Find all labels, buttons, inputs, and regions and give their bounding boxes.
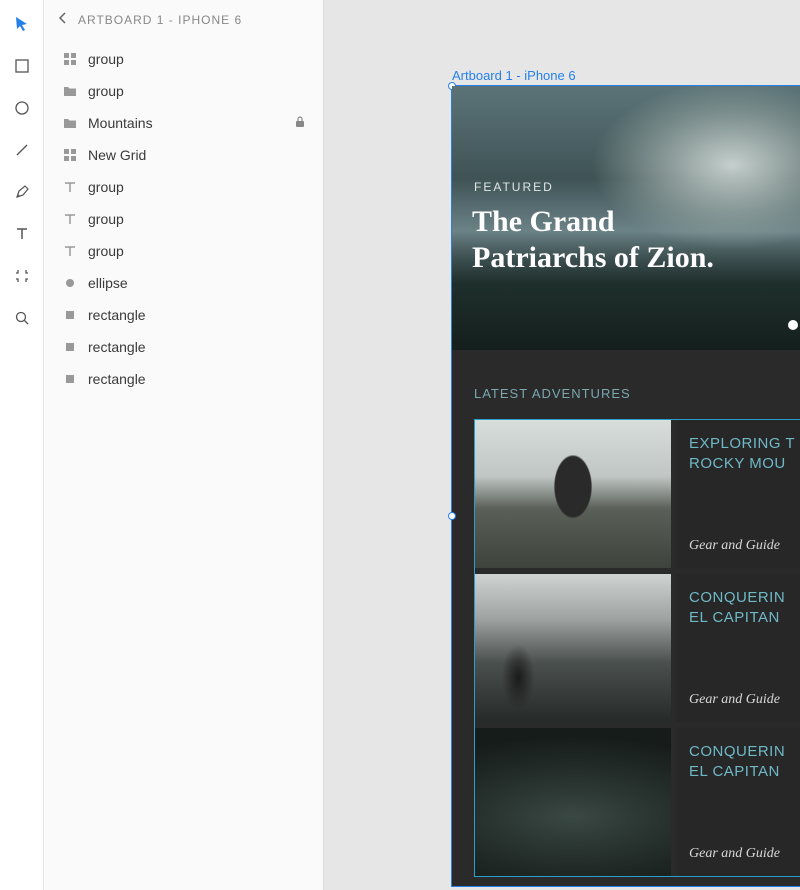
layer-row[interactable]: Mountains xyxy=(44,107,323,139)
layer-row[interactable]: group xyxy=(44,235,323,267)
card-body: EXPLORING T ROCKY MOU Gear and Guide xyxy=(677,420,800,568)
rect-icon xyxy=(62,339,78,355)
artboard-title[interactable]: Artboard 1 - iPhone 6 xyxy=(452,68,576,83)
ellipse-tool[interactable] xyxy=(10,96,34,120)
tools-toolbar xyxy=(0,0,44,890)
text-icon xyxy=(62,211,78,227)
card-body: CONQUERIN EL CAPITAN Gear and Guide xyxy=(677,728,800,876)
layer-label: ellipse xyxy=(88,275,305,291)
selection-handle[interactable] xyxy=(448,512,456,520)
text-tool[interactable] xyxy=(10,222,34,246)
section-title: LATEST ADVENTURES xyxy=(452,350,800,419)
text-icon xyxy=(62,243,78,259)
text-icon xyxy=(62,179,78,195)
lock-icon xyxy=(295,116,305,131)
layer-label: group xyxy=(88,179,305,195)
layer-label: New Grid xyxy=(88,147,305,163)
layer-row[interactable]: group xyxy=(44,43,323,75)
rect-icon xyxy=(62,307,78,323)
layer-label: group xyxy=(88,83,305,99)
repeat-grid-selection[interactable]: EXPLORING T ROCKY MOU Gear and Guide CON… xyxy=(474,419,800,877)
layer-label: group xyxy=(88,243,305,259)
pager-dot[interactable] xyxy=(788,320,798,330)
card-title: CONQUERIN EL CAPITAN xyxy=(689,742,800,782)
breadcrumb-label: ARTBOARD 1 - IPHONE 6 xyxy=(78,13,242,27)
layer-label: group xyxy=(88,51,305,67)
layer-row[interactable]: ellipse xyxy=(44,267,323,299)
layers-breadcrumb[interactable]: ARTBOARD 1 - IPHONE 6 xyxy=(44,0,323,39)
layer-row[interactable]: New Grid xyxy=(44,139,323,171)
layer-row[interactable]: group xyxy=(44,171,323,203)
design-canvas[interactable]: Artboard 1 - iPhone 6 FEATURED The Grand… xyxy=(324,0,800,890)
card[interactable]: CONQUERIN EL CAPITAN Gear and Guide xyxy=(475,574,800,722)
select-tool[interactable] xyxy=(10,12,34,36)
artboard-tool[interactable] xyxy=(10,264,34,288)
grid-icon xyxy=(62,147,78,163)
card-title: EXPLORING T ROCKY MOU xyxy=(689,434,800,474)
card-body: CONQUERIN EL CAPITAN Gear and Guide xyxy=(677,574,800,722)
chevron-left-icon[interactable] xyxy=(58,12,68,27)
layer-row[interactable]: rectangle xyxy=(44,299,323,331)
layers-list: group group Mountains New Grid group gro… xyxy=(44,39,323,399)
folder-icon xyxy=(62,115,78,131)
folder-icon xyxy=(62,83,78,99)
layer-row[interactable]: rectangle xyxy=(44,331,323,363)
ellipse-icon xyxy=(62,275,78,291)
card-meta: Gear and Guide xyxy=(689,538,800,554)
hero-eyebrow: FEATURED xyxy=(474,180,554,194)
grid-icon xyxy=(62,51,78,67)
zoom-tool[interactable] xyxy=(10,306,34,330)
card-image xyxy=(475,420,671,568)
layer-label: rectangle xyxy=(88,371,305,387)
hero-section[interactable]: FEATURED The Grand Patriarchs of Zion. xyxy=(452,86,800,350)
rectangle-tool[interactable] xyxy=(10,54,34,78)
card[interactable]: CONQUERIN EL CAPITAN Gear and Guide xyxy=(475,728,800,876)
card-meta: Gear and Guide xyxy=(689,692,800,708)
layer-label: group xyxy=(88,211,305,227)
card-image xyxy=(475,728,671,876)
card[interactable]: EXPLORING T ROCKY MOU Gear and Guide xyxy=(475,420,800,568)
pager-dots xyxy=(788,320,800,330)
layer-row[interactable]: rectangle xyxy=(44,363,323,395)
card-image xyxy=(475,574,671,722)
rect-icon xyxy=(62,371,78,387)
hero-title: The Grand Patriarchs of Zion. xyxy=(472,204,714,276)
artboard[interactable]: FEATURED The Grand Patriarchs of Zion. L… xyxy=(452,86,800,886)
layers-panel: ARTBOARD 1 - IPHONE 6 group group Mounta… xyxy=(44,0,324,890)
layer-row[interactable]: group xyxy=(44,203,323,235)
pen-tool[interactable] xyxy=(10,180,34,204)
card-meta: Gear and Guide xyxy=(689,846,800,862)
layer-label: rectangle xyxy=(88,307,305,323)
line-tool[interactable] xyxy=(10,138,34,162)
card-title: CONQUERIN EL CAPITAN xyxy=(689,588,800,628)
layer-label: Mountains xyxy=(88,115,285,131)
layer-row[interactable]: group xyxy=(44,75,323,107)
layer-label: rectangle xyxy=(88,339,305,355)
